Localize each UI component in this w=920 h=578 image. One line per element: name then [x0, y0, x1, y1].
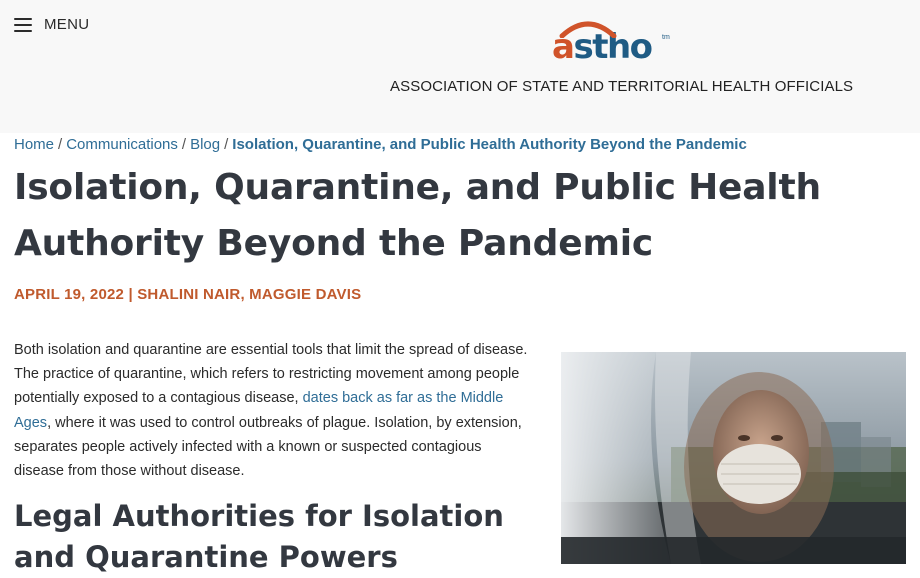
masked-person-photo [561, 352, 906, 564]
logo-arc-icon [559, 21, 617, 38]
breadcrumb-separator: / [181, 136, 187, 153]
breadcrumb: Home / Communications / Blog / Isolation, Quar… [14, 136, 747, 153]
section-heading: Legal Authorities for Isolation and Quar… [14, 499, 504, 574]
menu-label: MENU [44, 16, 90, 33]
breadcrumb-communications[interactable]: Communications [66, 136, 178, 153]
logo-trademark: tm [662, 34, 670, 41]
menu-button[interactable]: MENU [14, 16, 89, 33]
paragraph-text: , where it was used to control outbreaks… [14, 414, 522, 480]
breadcrumb-current: Isolation, Quarantine, and Public Health… [232, 136, 747, 153]
site-header: MENU astho tm ASSOCIATION OF STATE AND T… [0, 0, 920, 133]
breadcrumb-separator: / [58, 136, 63, 153]
astho-logo[interactable]: astho tm [552, 14, 682, 70]
hamburger-icon [14, 17, 32, 32]
page-title: Isolation, Quarantine, and Public Health… [14, 167, 821, 264]
org-name: ASSOCIATION OF STATE AND TERRITORIAL HEA… [390, 78, 854, 95]
article-paragraph: Both isolation and quarantine are essent… [14, 338, 534, 483]
breadcrumb-blog[interactable]: Blog [190, 136, 220, 153]
breadcrumb-separator: / [224, 136, 229, 153]
article-meta: APRIL 19, 2022 | SHALINI NAIR, MAGGIE DA… [14, 286, 362, 303]
breadcrumb-home[interactable]: Home [14, 136, 54, 153]
article-image [561, 352, 906, 564]
